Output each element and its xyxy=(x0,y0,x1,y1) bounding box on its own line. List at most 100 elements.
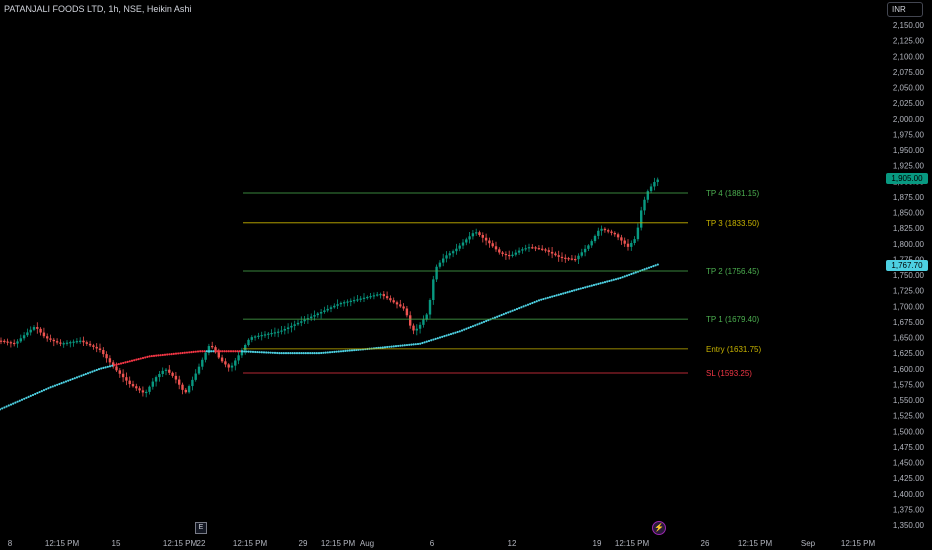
time-tick-label: 19 xyxy=(593,539,602,548)
candle-body xyxy=(511,254,514,256)
candle-body xyxy=(465,239,468,243)
ma-point xyxy=(557,293,560,296)
ma-point xyxy=(436,337,439,340)
ma-point xyxy=(617,277,620,280)
ma-point xyxy=(245,350,248,353)
ma-point xyxy=(337,350,340,353)
price-tick-label: 2,075.00 xyxy=(893,68,925,77)
currency-button[interactable]: INR xyxy=(887,2,923,17)
candle-body xyxy=(326,308,329,311)
candle-body xyxy=(359,298,362,300)
candle-body xyxy=(194,373,197,380)
candle-body xyxy=(369,296,372,298)
ma-point xyxy=(45,388,48,391)
price-tick-label: 1,475.00 xyxy=(893,443,925,452)
ma-point xyxy=(509,310,512,313)
ma-point xyxy=(392,345,395,348)
candle-body xyxy=(62,343,65,345)
candle-body xyxy=(19,338,22,342)
ma-point xyxy=(232,350,235,353)
ma-point xyxy=(108,365,112,368)
earnings-marker[interactable]: E xyxy=(195,522,207,534)
ma-point xyxy=(412,343,415,346)
ma-point xyxy=(480,321,483,324)
symbol-title[interactable]: PATANJALI FOODS LTD, 1h, NSE, Heikin Ash… xyxy=(4,4,191,14)
price-tick-label: 2,125.00 xyxy=(893,37,925,46)
candle-body xyxy=(131,384,135,387)
last-price-tag: 1,905.00 xyxy=(886,173,928,184)
candle-body xyxy=(244,345,247,351)
ma-point xyxy=(58,382,61,386)
candle-body xyxy=(498,249,501,253)
ma-point xyxy=(201,350,204,353)
candle-body xyxy=(537,248,541,250)
candle-body xyxy=(643,199,646,211)
ma-point xyxy=(630,272,633,276)
candle-body xyxy=(22,335,26,339)
ma-point xyxy=(53,384,57,387)
candle-body xyxy=(115,366,118,371)
ma-point xyxy=(280,352,283,355)
ma-point xyxy=(410,343,413,346)
candle-body xyxy=(316,313,319,316)
ma-point xyxy=(562,292,565,295)
ma-point xyxy=(128,360,131,363)
ma-point xyxy=(441,335,444,338)
price-tick-label: 1,450.00 xyxy=(893,459,925,468)
ma-point xyxy=(614,278,618,281)
ma-point xyxy=(603,281,607,284)
time-tick-label: Sep xyxy=(801,539,816,548)
ma-point xyxy=(221,350,224,353)
time-tick-label: 12:15 PM xyxy=(615,539,650,548)
ma-point xyxy=(313,352,316,355)
candle-body xyxy=(597,230,600,236)
ma-point xyxy=(29,394,32,397)
candle-body xyxy=(191,379,194,387)
candle-body xyxy=(260,335,263,337)
candle-body xyxy=(550,251,554,254)
candle-body xyxy=(636,227,640,240)
ma-point xyxy=(282,352,285,355)
candle-body xyxy=(201,359,204,367)
dividend-icon[interactable]: ⚡ xyxy=(652,521,666,535)
ma-point xyxy=(304,352,307,355)
candle-body xyxy=(250,337,253,340)
ma-point xyxy=(460,329,464,332)
ma-point xyxy=(566,291,569,294)
candle-body xyxy=(376,294,379,296)
ma-point xyxy=(592,283,596,287)
candle-body xyxy=(593,235,597,242)
ma-point xyxy=(597,282,600,285)
candle-body xyxy=(0,340,3,342)
ma-point xyxy=(3,406,6,409)
ma-point xyxy=(115,363,118,366)
price-tick-label: 1,550.00 xyxy=(893,396,925,405)
candle-body xyxy=(583,248,587,253)
ma-point xyxy=(381,346,384,349)
candle-body xyxy=(623,240,626,244)
ma-point xyxy=(504,312,508,315)
time-tick-label: 6 xyxy=(430,539,435,548)
candle-body xyxy=(118,370,121,374)
ma-point xyxy=(339,350,343,353)
candle-body xyxy=(491,243,494,247)
ma-point xyxy=(526,303,530,306)
candle-body xyxy=(154,377,158,382)
ma-point xyxy=(166,353,169,356)
candle-body xyxy=(366,296,369,299)
ma-point xyxy=(643,268,646,271)
ma-point xyxy=(564,291,567,294)
ma-point xyxy=(625,274,629,277)
ma-point xyxy=(546,296,549,299)
ma-point xyxy=(344,349,347,353)
ma-point xyxy=(652,265,655,268)
ma-point xyxy=(535,300,538,303)
ma-point xyxy=(595,283,598,286)
ma-point xyxy=(146,355,149,358)
candle-body xyxy=(36,327,39,329)
price-chart[interactable]: TP 4 (1881.15) TP 3 (1833.50) TP 2 (1756.4… xyxy=(0,0,932,550)
candle-body xyxy=(547,250,550,252)
ma-point xyxy=(551,295,554,298)
ma-point xyxy=(181,351,184,355)
candle-body xyxy=(445,255,448,259)
